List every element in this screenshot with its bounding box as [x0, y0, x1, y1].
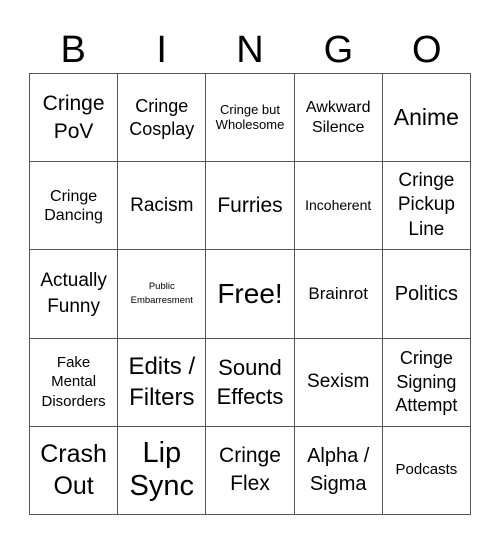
bingo-cell[interactable]: Actually Funny — [30, 250, 119, 339]
bingo-cell[interactable]: Crash Out — [30, 426, 119, 515]
bingo-cell[interactable]: Sound Effects — [206, 338, 295, 427]
bingo-cell[interactable]: Podcasts — [382, 426, 471, 515]
bingo-cell[interactable]: Fake Mental Disorders — [30, 338, 119, 427]
bingo-cell[interactable]: Awkward Silence — [294, 74, 383, 163]
bingo-cell[interactable]: Lip Sync — [118, 426, 207, 515]
bingo-cell[interactable]: Cringe Signing Attempt — [382, 338, 471, 427]
header-letter-o: O — [412, 29, 442, 71]
bingo-cell[interactable]: Cringe but Wholesome — [206, 74, 295, 163]
bingo-cell[interactable]: Edits / Filters — [118, 338, 207, 427]
bingo-cell[interactable]: Public Embarresment — [118, 250, 207, 339]
header-letter-b: B — [60, 29, 86, 71]
header-letter-n: N — [236, 29, 264, 71]
bingo-cell[interactable]: Furries — [206, 162, 295, 251]
bingo-cell[interactable]: Cringe Flex — [206, 426, 295, 515]
bingo-cell[interactable]: Cringe Dancing — [30, 162, 119, 251]
bingo-cell[interactable]: Alpha / Sigma — [294, 426, 383, 515]
bingo-header: B I N G O — [29, 28, 471, 72]
bingo-cell[interactable]: Cringe Cosplay — [118, 74, 207, 163]
bingo-cell[interactable]: Cringe PoV — [30, 74, 119, 163]
bingo-cell[interactable]: Cringe Pickup Line — [382, 162, 471, 251]
bingo-cell[interactable]: Incoherent — [294, 162, 383, 251]
bingo-cell[interactable]: Brainrot — [294, 250, 383, 339]
bingo-cell[interactable]: Anime — [382, 74, 471, 163]
header-letter-g: G — [323, 29, 354, 71]
bingo-cell[interactable]: Politics — [382, 250, 471, 339]
bingo-grid: Cringe PoV Cringe Cosplay Cringe but Who… — [29, 73, 471, 515]
header-letter-i: I — [156, 29, 167, 71]
bingo-cell[interactable]: Racism — [118, 162, 207, 251]
free-space-cell[interactable]: Free! — [206, 250, 295, 339]
bingo-cell[interactable]: Sexism — [294, 338, 383, 427]
